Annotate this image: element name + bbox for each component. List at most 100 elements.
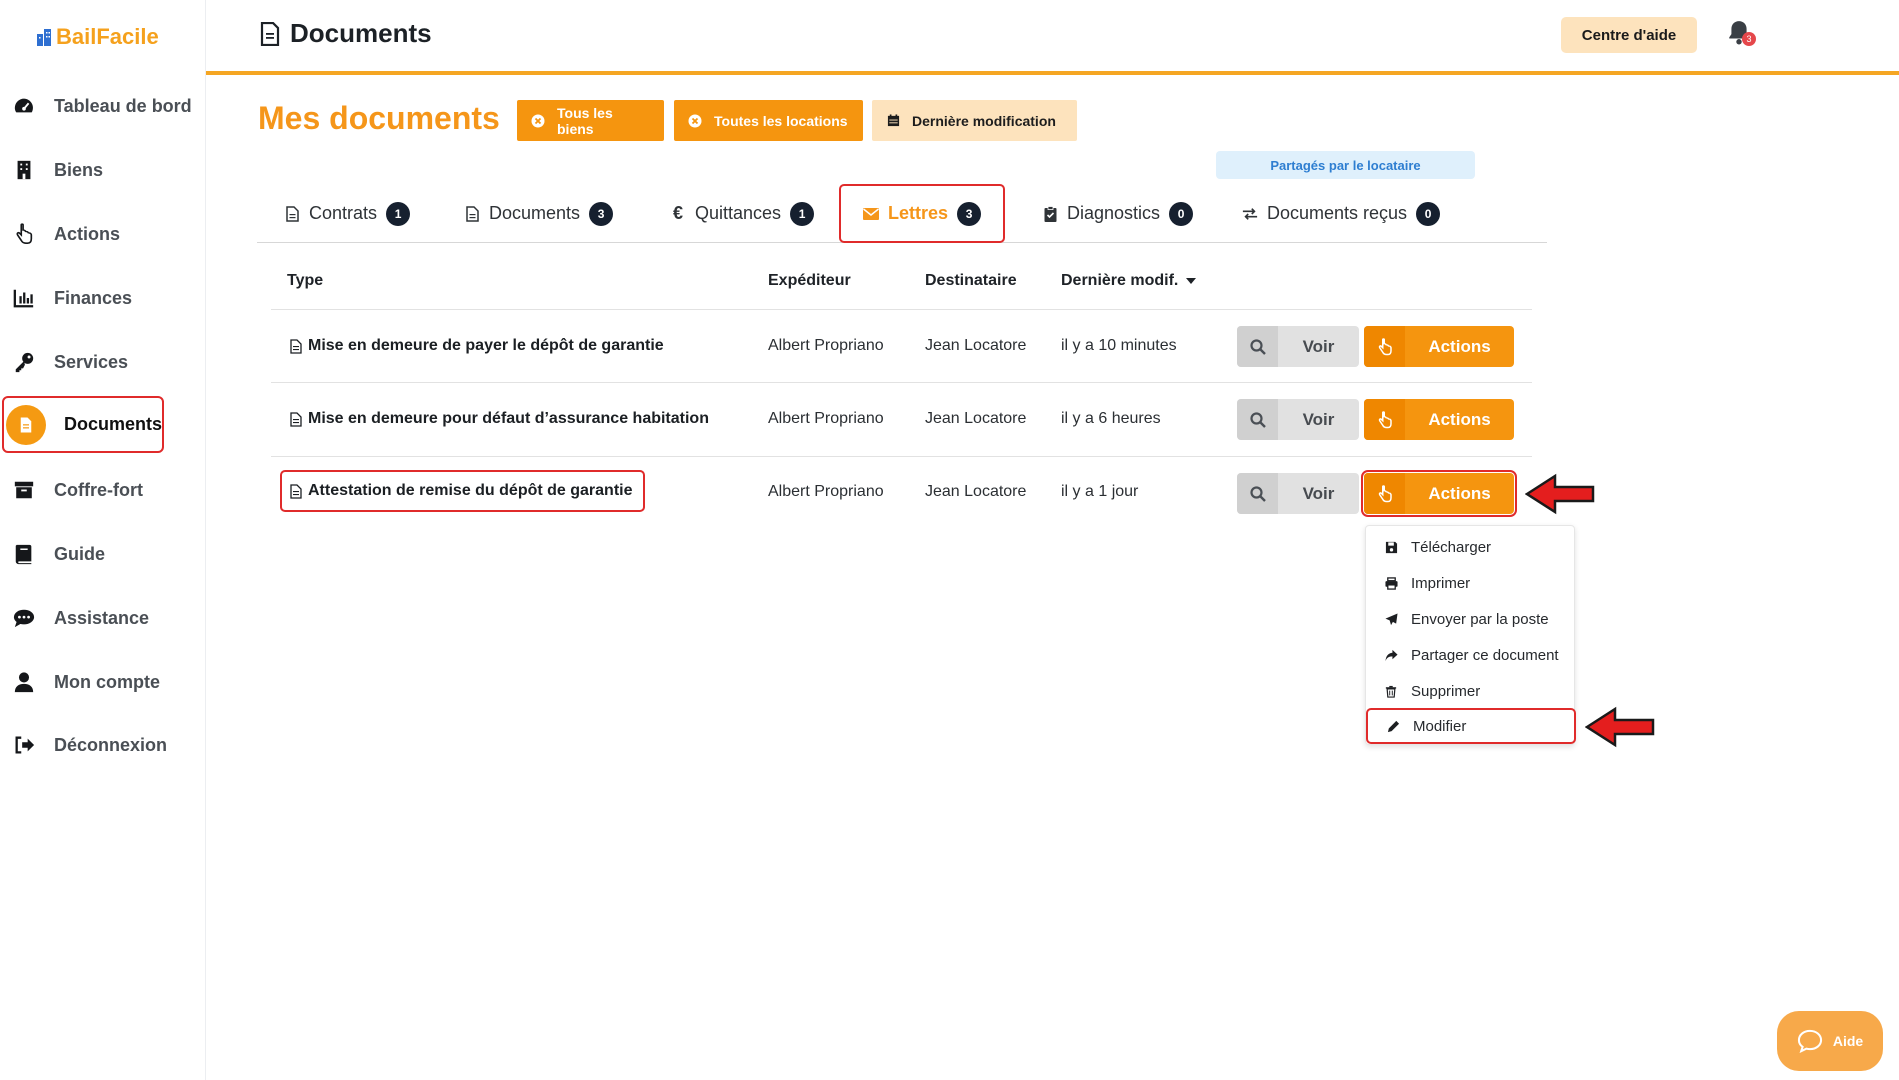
menu-item-label: Imprimer [1411, 574, 1471, 592]
column-header-sender: Expéditeur [768, 272, 851, 289]
tab-quittances[interactable]: € Quittances 1 [670, 184, 815, 243]
sidebar-item-tableau-de-bord[interactable]: Tableau de bord [12, 84, 192, 128]
menu-item-telecharger[interactable]: Télécharger [1366, 529, 1576, 565]
table-row-type[interactable]: Mise en demeure pour défaut d’assurance … [290, 410, 709, 428]
table-row-type[interactable]: Attestation de remise du dépôt de garant… [280, 470, 645, 512]
tab-documents[interactable]: Documents 3 [464, 184, 614, 243]
sidebar-item-assistance[interactable]: Assistance [12, 596, 192, 640]
tab-count-badge: 3 [957, 201, 982, 226]
building-logo-icon [37, 29, 51, 46]
tab-label: Documents reçus [1267, 203, 1408, 223]
divider [271, 309, 1532, 310]
trash-icon [1384, 684, 1398, 698]
sidebar-item-label: Biens [54, 159, 104, 180]
tab-diagnostics[interactable]: Diagnostics 0 [1042, 184, 1194, 243]
actions-button[interactable]: Actions [1364, 399, 1514, 440]
file-icon [290, 338, 302, 354]
sidebar-item-finances[interactable]: Finances [12, 276, 192, 320]
menu-item-partager[interactable]: Partager ce document [1366, 637, 1576, 673]
book-icon [12, 542, 36, 566]
sidebar-item-biens[interactable]: Biens [12, 148, 192, 192]
clipboard-check-icon [1042, 205, 1058, 222]
shared-by-tenant-link[interactable]: Partagés par le locataire [1216, 151, 1475, 179]
page-title: Documents [260, 18, 432, 49]
save-icon [1384, 540, 1398, 554]
filter-label: Toutes les locations [714, 112, 848, 129]
sidebar-item-label: Actions [54, 223, 121, 244]
sidebar-item-actions[interactable]: Actions [12, 212, 192, 256]
search-icon [1237, 326, 1278, 367]
tab-label: Diagnostics [1067, 203, 1161, 223]
file-icon [260, 21, 280, 46]
document-name: Attestation de remise du dépôt de garant… [308, 482, 633, 499]
menu-item-label: Modifier [1413, 717, 1467, 735]
filter-label: Dernière modification [912, 112, 1056, 129]
tab-count-badge: 3 [589, 201, 614, 226]
calendar-icon [886, 114, 900, 128]
sort-last-modified[interactable]: Dernière modification [872, 100, 1077, 141]
chat-label: Aide [1832, 1033, 1864, 1049]
sidebar-item-label: Tableau de bord [54, 95, 192, 116]
notification-badge: 3 [1742, 32, 1756, 46]
exchange-icon [1242, 206, 1258, 222]
table-cell-recipient: Jean Locatore [925, 410, 1027, 427]
menu-item-supprimer[interactable]: Supprimer [1366, 673, 1576, 709]
help-center-button[interactable]: Centre d'aide [1561, 17, 1697, 53]
tab-label: Contrats [309, 203, 378, 223]
clear-circle-icon [688, 114, 702, 128]
sidebar-item-coffre-fort[interactable]: Coffre-fort [12, 468, 192, 512]
menu-item-modifier[interactable]: Modifier [1366, 708, 1576, 744]
tab-count-badge: 1 [386, 201, 411, 226]
actions-label: Actions [1428, 483, 1491, 503]
sidebar-item-guide[interactable]: Guide [12, 532, 192, 576]
printer-icon [1384, 576, 1398, 590]
actions-button[interactable]: Actions [1361, 470, 1517, 517]
sidebar-item-label: Services [54, 351, 129, 372]
tab-label: Lettres [888, 203, 949, 223]
table-row-type[interactable]: Mise en demeure de payer le dépôt de gar… [290, 337, 664, 355]
annotation-arrow-icon [1585, 706, 1655, 748]
pointer-hand-icon [12, 222, 36, 246]
column-header-last-modified[interactable]: Dernière modif. [1061, 272, 1197, 290]
file-icon [290, 483, 302, 499]
filter-label: Tous les biens [557, 104, 613, 137]
document-tabs: Contrats 1 Documents 3 € Quittances 1 Le… [257, 184, 1547, 243]
table-cell-recipient: Jean Locatore [925, 483, 1027, 500]
sidebar-item-mon-compte[interactable]: Mon compte [12, 660, 192, 704]
tab-documents-recus[interactable]: Documents reçus 0 [1242, 184, 1441, 243]
sidebar-item-label: Coffre-fort [54, 479, 143, 500]
view-button[interactable]: Voir [1237, 326, 1359, 367]
document-name: Mise en demeure de payer le dépôt de gar… [308, 337, 664, 354]
menu-item-imprimer[interactable]: Imprimer [1366, 565, 1576, 601]
menu-item-envoyer-par-la-poste[interactable]: Envoyer par la poste [1366, 601, 1576, 637]
tab-contrats[interactable]: Contrats 1 [284, 184, 411, 243]
user-icon [12, 670, 36, 694]
filter-all-rentals[interactable]: Toutes les locations [674, 100, 863, 141]
help-chat-button[interactable]: Aide [1777, 1011, 1883, 1071]
pointer-hand-icon [1364, 473, 1405, 514]
annotation-arrow-icon [1525, 473, 1595, 515]
sidebar-item-documents[interactable]: Documents [2, 396, 164, 453]
column-header-recipient: Destinataire [925, 272, 1017, 289]
tab-lettres[interactable]: Lettres 3 [839, 184, 1006, 243]
pencil-icon [1386, 719, 1400, 733]
view-button[interactable]: Voir [1237, 473, 1359, 514]
tab-count-badge: 1 [790, 201, 815, 226]
view-button[interactable]: Voir [1237, 399, 1359, 440]
paper-plane-icon [1384, 612, 1398, 626]
notifications-button[interactable]: 3 [1726, 19, 1760, 51]
brand-logo[interactable]: BailFacile [36, 24, 159, 50]
menu-item-label: Supprimer [1411, 682, 1481, 700]
sidebar: BailFacile Tableau de bord Biens Actions… [0, 0, 206, 1080]
building-icon [12, 158, 36, 182]
sidebar-item-deconnexion[interactable]: Déconnexion [12, 723, 192, 767]
archive-box-icon [12, 478, 36, 502]
sidebar-item-label: Documents [64, 414, 163, 434]
table-cell-sender: Albert Propriano [768, 410, 884, 427]
sidebar-item-label: Finances [54, 287, 133, 308]
filter-all-properties[interactable]: Tous les biens [517, 100, 664, 141]
topbar: Documents Centre d'aide 3 [206, 0, 1899, 75]
divider [271, 456, 1532, 457]
sidebar-item-services[interactable]: Services [12, 340, 192, 384]
actions-button[interactable]: Actions [1364, 326, 1514, 367]
